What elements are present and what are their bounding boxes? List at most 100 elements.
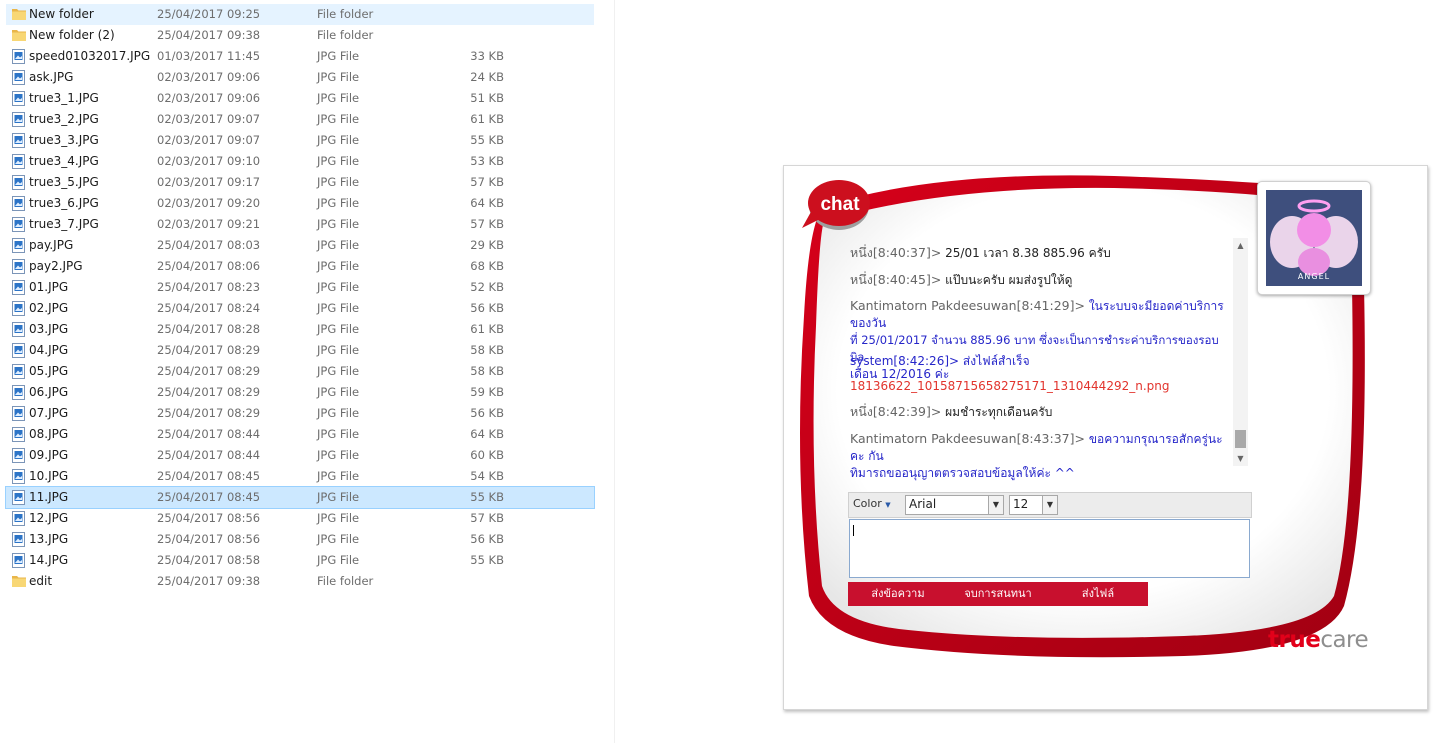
message-input[interactable] [849,519,1250,578]
image-file-icon [12,49,25,64]
file-type: JPG File [317,532,360,546]
file-type: JPG File [317,280,360,294]
file-row[interactable]: pay.JPG 25/04/2017 08:03 JPG File 29 KB [6,235,594,256]
file-size: 53 KB [470,154,504,168]
file-date: 25/04/2017 09:25 [157,7,261,21]
file-date: 25/04/2017 08:56 [157,532,261,546]
file-type: JPG File [317,175,360,189]
chat-message-log[interactable]: หนึ่ง[8:40:37]> 25/01 เวลา 8.38 885.96 ค… [846,238,1231,480]
file-size: 58 KB [470,364,504,378]
file-row[interactable]: 10.JPG 25/04/2017 08:45 JPG File 54 KB [6,466,594,487]
file-date: 02/03/2017 09:06 [157,91,261,105]
file-size: 54 KB [470,469,504,483]
file-name: true3_2.JPG [29,112,99,126]
color-picker-button[interactable]: Color ▼ [853,497,891,510]
file-type: JPG File [317,448,360,462]
file-type: JPG File [317,553,360,567]
file-row[interactable]: 08.JPG 25/04/2017 08:44 JPG File 64 KB [6,424,594,445]
file-row[interactable]: true3_6.JPG 02/03/2017 09:20 JPG File 64 KB [6,193,594,214]
image-file-icon [12,343,25,358]
file-size: 64 KB [470,196,504,210]
file-name: 07.JPG [29,406,69,420]
message-text: ส่งไฟล์สำเร็จ [962,354,1030,368]
file-row[interactable]: pay2.JPG 25/04/2017 08:06 JPG File 68 KB [6,256,594,277]
scroll-down-arrow-icon[interactable]: ▼ [1233,451,1248,466]
image-file-icon [12,490,25,505]
message-text: แป๊บนะครับ ผมส่งรูปให้ดู [945,273,1073,287]
message-sender: system[8:42:26]> [850,354,960,368]
file-link[interactable]: 18136622_10158715658275171_1310444292_n.… [850,379,1169,393]
file-date: 25/04/2017 08:29 [157,385,261,399]
file-date: 02/03/2017 09:20 [157,196,261,210]
file-row[interactable]: 11.JPG 25/04/2017 08:45 JPG File 55 KB [5,486,595,509]
file-row[interactable]: true3_1.JPG 02/03/2017 09:06 JPG File 51 KB [6,88,594,109]
font-size-select[interactable]: 12 ▼ [1009,495,1058,515]
file-row[interactable]: true3_7.JPG 02/03/2017 09:21 JPG File 57 KB [6,214,594,235]
file-date: 02/03/2017 09:06 [157,70,261,84]
image-file-icon [12,217,25,232]
file-type: JPG File [317,469,360,483]
chevron-down-icon[interactable]: ▼ [988,496,1003,514]
image-file-icon [12,553,25,568]
chat-window: chat ANGEL หนึ่ง[8:40:37]> 25/01 เวลา 8.… [783,165,1428,710]
file-row[interactable]: speed01032017.JPG 01/03/2017 11:45 JPG Fil… [6,46,594,67]
file-row[interactable]: ask.JPG 02/03/2017 09:06 JPG File 24 KB [6,67,594,88]
chat-action-bar: ส่งข้อความ จบการสนทนา ส่งไฟล์ [848,582,1148,606]
file-row[interactable]: 02.JPG 25/04/2017 08:24 JPG File 56 KB [6,298,594,319]
image-file-icon [12,406,25,421]
file-row[interactable]: 05.JPG 25/04/2017 08:29 JPG File 58 KB [6,361,594,382]
image-file-icon [12,448,25,463]
file-type: JPG File [317,49,360,63]
file-name: true3_3.JPG [29,133,99,147]
file-row[interactable]: true3_5.JPG 02/03/2017 09:17 JPG File 57 KB [6,172,594,193]
file-row[interactable]: true3_2.JPG 02/03/2017 09:07 JPG File 61 KB [6,109,594,130]
file-name: true3_5.JPG [29,175,99,189]
image-file-icon [12,175,25,190]
file-name: 08.JPG [29,427,69,441]
file-name: 13.JPG [29,532,69,546]
folder-icon [12,7,26,22]
file-row[interactable]: New folder 25/04/2017 09:25 File folder [6,4,594,25]
file-size: 52 KB [470,280,504,294]
chat-scrollbar[interactable]: ▲ ▼ [1233,238,1248,466]
end-chat-button[interactable]: จบการสนทนา [948,582,1048,606]
file-name: edit [29,574,53,588]
file-row[interactable]: 14.JPG 25/04/2017 08:58 JPG File 55 KB [6,550,594,571]
file-row[interactable]: 04.JPG 25/04/2017 08:29 JPG File 58 KB [6,340,594,361]
image-file-icon [12,112,25,127]
scroll-up-arrow-icon[interactable]: ▲ [1233,238,1248,253]
file-row[interactable]: 03.JPG 25/04/2017 08:28 JPG File 61 KB [6,319,594,340]
file-date: 25/04/2017 08:29 [157,406,261,420]
file-row[interactable]: 06.JPG 25/04/2017 08:29 JPG File 59 KB [6,382,594,403]
chevron-down-icon[interactable]: ▼ [1042,496,1057,514]
file-type: JPG File [317,259,360,273]
send-message-button[interactable]: ส่งข้อความ [848,582,948,606]
message-item: system[8:42:26]> ส่งไฟล์สำเร็จ [850,353,1230,370]
image-file-icon [12,322,25,337]
message-item: หนึ่ง[8:40:37]> 25/01 เวลา 8.38 885.96 ค… [850,244,1230,262]
file-row[interactable]: 01.JPG 25/04/2017 08:23 JPG File 52 KB [6,277,594,298]
scrollbar-thumb[interactable] [1235,430,1246,448]
file-date: 25/04/2017 08:29 [157,364,261,378]
file-row[interactable]: 07.JPG 25/04/2017 08:29 JPG File 56 KB [6,403,594,424]
file-type: JPG File [317,385,360,399]
send-file-button[interactable]: ส่งไฟล์ [1048,582,1148,606]
font-family-select[interactable]: Arial ▼ [905,495,1004,515]
file-type: JPG File [317,154,360,168]
file-date: 02/03/2017 09:10 [157,154,261,168]
file-row[interactable]: New folder (2) 25/04/2017 09:38 File folde… [6,25,594,46]
file-date: 25/04/2017 08:24 [157,301,261,315]
file-type: JPG File [317,427,360,441]
file-name: New folder [29,7,94,21]
file-row[interactable]: true3_3.JPG 02/03/2017 09:07 JPG File 55 KB [6,130,594,151]
file-row[interactable]: 12.JPG 25/04/2017 08:56 JPG File 57 KB [6,508,594,529]
image-file-icon [12,196,25,211]
file-date: 02/03/2017 09:17 [157,175,261,189]
file-row[interactable]: true3_4.JPG 02/03/2017 09:10 JPG File 53 KB [6,151,594,172]
file-row[interactable]: 09.JPG 25/04/2017 08:44 JPG File 60 KB [6,445,594,466]
file-type: JPG File [317,91,360,105]
file-row[interactable]: edit 25/04/2017 09:38 File folder [6,571,594,592]
image-file-icon [12,259,25,274]
file-name: pay.JPG [29,238,74,252]
file-row[interactable]: 13.JPG 25/04/2017 08:56 JPG File 56 KB [6,529,594,550]
